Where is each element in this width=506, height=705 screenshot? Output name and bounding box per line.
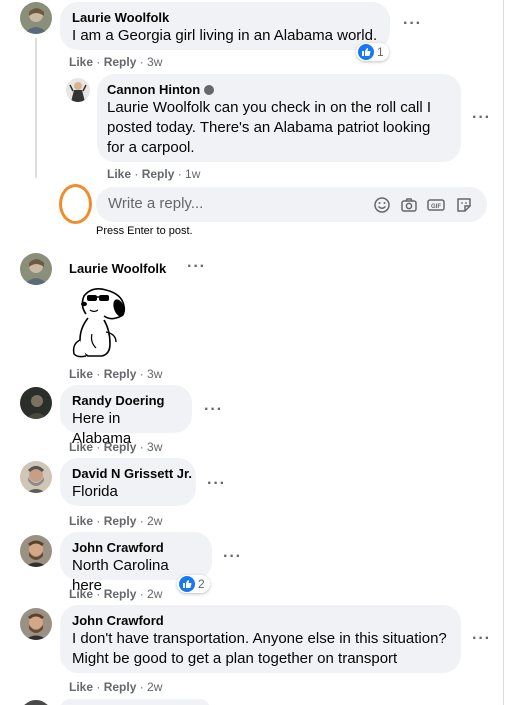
comment-bubble: John Crawford North Carolina here — [60, 532, 212, 594]
reaction-count[interactable]: 2 — [177, 575, 210, 593]
comment-bubble: Randy Doering Here in Alabama — [60, 385, 192, 447]
more-options-icon[interactable]: ··· — [472, 631, 491, 647]
badge-icon — [203, 85, 214, 95]
timestamp[interactable]: 3w — [147, 55, 162, 69]
comment-actions: Like · Reply · 2w — [69, 680, 163, 694]
comment-actions: Like · Reply · 3w — [69, 367, 163, 381]
comment-actions: Like · Reply · 1w — [107, 167, 201, 181]
timestamp[interactable]: 3w — [147, 440, 162, 454]
like-link[interactable]: Like — [69, 587, 93, 601]
comment-author[interactable]: John Crawford — [72, 613, 449, 629]
comment-text: I don't have transportation. Anyone else… — [72, 630, 447, 667]
like-link[interactable]: Like — [69, 680, 93, 694]
svg-text:GIF: GIF — [431, 204, 441, 210]
snoopy-sunglasses-sticker — [72, 288, 126, 358]
reply-composer[interactable]: GIF — [96, 187, 487, 222]
comment-bubble — [60, 699, 210, 705]
gif-icon[interactable]: GIF — [426, 195, 446, 215]
comment-text: Florida — [72, 483, 118, 500]
avatar[interactable] — [20, 700, 52, 705]
thread-connector — [35, 38, 37, 178]
camera-icon[interactable] — [399, 195, 419, 215]
avatar[interactable] — [20, 608, 52, 640]
reply-link[interactable]: Reply — [104, 55, 137, 69]
press-enter-hint: Press Enter to post. — [96, 225, 193, 237]
emoji-icon[interactable] — [372, 195, 392, 215]
like-link[interactable]: Like — [69, 55, 93, 69]
comment-bubble: Laurie Woolfolk I am a Georgia girl livi… — [60, 2, 390, 50]
comment-actions: Like · Reply · 2w — [69, 587, 163, 601]
avatar[interactable] — [66, 78, 90, 102]
like-link[interactable]: Like — [69, 514, 93, 528]
comment-author[interactable]: Laurie Woolfolk — [72, 10, 378, 26]
reply-link[interactable]: Reply — [104, 587, 137, 601]
avatar[interactable] — [20, 387, 52, 419]
comment-author[interactable]: Randy Doering — [72, 393, 180, 409]
reply-link[interactable]: Reply — [104, 514, 137, 528]
more-options-icon[interactable]: ··· — [204, 402, 223, 418]
sticker-icon[interactable] — [454, 195, 474, 215]
avatar[interactable] — [20, 461, 52, 493]
reply-input[interactable] — [108, 195, 348, 212]
reply-link[interactable]: Reply — [104, 440, 137, 454]
comment-text: Laurie Woolfolk can you check in on the … — [107, 99, 432, 156]
like-link[interactable]: Like — [69, 367, 93, 381]
reply-link[interactable]: Reply — [142, 167, 175, 181]
timestamp[interactable]: 3w — [147, 367, 162, 381]
timestamp[interactable]: 2w — [147, 680, 162, 694]
highlight-circle — [59, 184, 92, 224]
like-link[interactable]: Like — [69, 440, 93, 454]
reaction-number: 2 — [198, 577, 205, 591]
frame-border — [503, 0, 504, 705]
reaction-count[interactable]: 1 — [356, 43, 389, 61]
timestamp[interactable]: 2w — [147, 514, 162, 528]
like-reaction-icon — [179, 576, 195, 592]
avatar[interactable] — [20, 2, 52, 34]
comment-actions: Like · Reply · 3w — [69, 440, 163, 454]
more-options-icon[interactable]: ··· — [207, 476, 226, 492]
comment-author[interactable]: Laurie Woolfolk — [69, 261, 166, 277]
comment-actions: Like · Reply · 2w — [69, 514, 163, 528]
more-options-icon[interactable]: ··· — [403, 16, 422, 32]
avatar[interactable] — [20, 535, 52, 567]
reaction-number: 1 — [377, 45, 384, 59]
like-link[interactable]: Like — [107, 167, 131, 181]
comment-author[interactable]: Cannon Hinton — [107, 82, 451, 98]
author-name: Cannon Hinton — [107, 82, 201, 97]
timestamp[interactable]: 1w — [185, 167, 200, 181]
timestamp[interactable]: 2w — [147, 587, 162, 601]
reply-link[interactable]: Reply — [104, 680, 137, 694]
more-options-icon[interactable]: ··· — [223, 549, 242, 565]
like-reaction-icon — [358, 44, 374, 60]
more-options-icon[interactable]: ··· — [472, 110, 491, 126]
comment-author[interactable]: John Crawford — [72, 540, 200, 556]
comment-bubble: John Crawford I don't have transportatio… — [60, 605, 461, 673]
avatar[interactable] — [20, 253, 52, 285]
more-options-icon[interactable]: ··· — [187, 259, 206, 275]
comment-bubble: David N Grissett Jr. Florida — [60, 458, 196, 506]
reply-link[interactable]: Reply — [104, 367, 137, 381]
comment-bubble: Cannon Hinton Laurie Woolfolk can you ch… — [97, 74, 461, 162]
comment-text: I am a Georgia girl living in an Alabama… — [72, 27, 378, 44]
comment-actions: Like · Reply · 3w — [69, 55, 163, 69]
comment-author[interactable]: David N Grissett Jr. — [72, 466, 192, 482]
